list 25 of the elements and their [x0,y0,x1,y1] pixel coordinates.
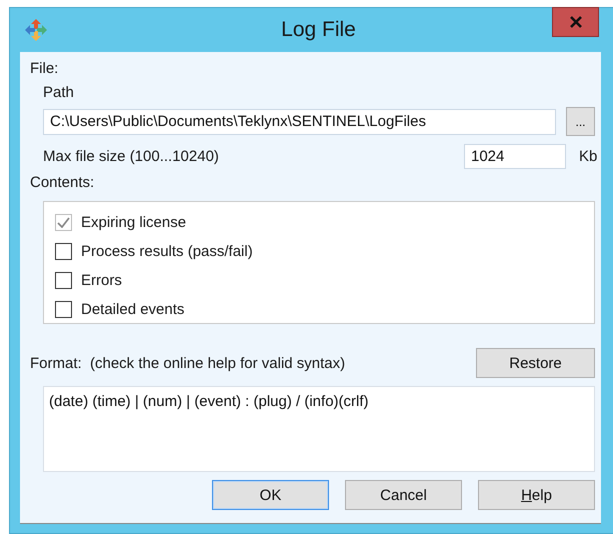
max-size-field[interactable]: 1024 [464,144,566,169]
cancel-button[interactable]: Cancel [345,480,462,510]
checkbox-label: Detailed events [81,301,184,318]
format-field[interactable]: (date) (time) | (num) | (event) : (plug) / (info)(crlf) [43,386,595,472]
window-title: Log File [281,18,356,42]
path-label: Path [42,84,74,101]
ok-button[interactable]: OK [212,480,329,510]
close-icon [568,16,582,28]
checkbox-label: Process results (pass/fail) [81,243,253,260]
contents-label: Contents: [30,174,94,191]
checkbox[interactable] [55,243,72,260]
path-field[interactable]: C:\Users\Public\Documents\Teklynx\SENTINEL\LogFiles [43,108,556,134]
help-button[interactable]: Help [478,480,595,510]
checkbox[interactable] [55,301,72,318]
app-icon [24,18,48,42]
max-size-label: Max file size (100...10240) [43,148,220,165]
browse-button[interactable]: ... [566,107,595,136]
restore-button[interactable]: Restore [476,348,595,378]
size-unit-label: Kb [579,148,595,165]
checkbox[interactable] [55,272,72,289]
checkbox-label: Errors [81,272,122,289]
file-section-label: File: [30,60,58,77]
checkbox-label: Expiring license [81,214,186,231]
close-button[interactable] [552,7,599,37]
format-label: Format: (check the online help for valid syntax) [30,354,346,372]
